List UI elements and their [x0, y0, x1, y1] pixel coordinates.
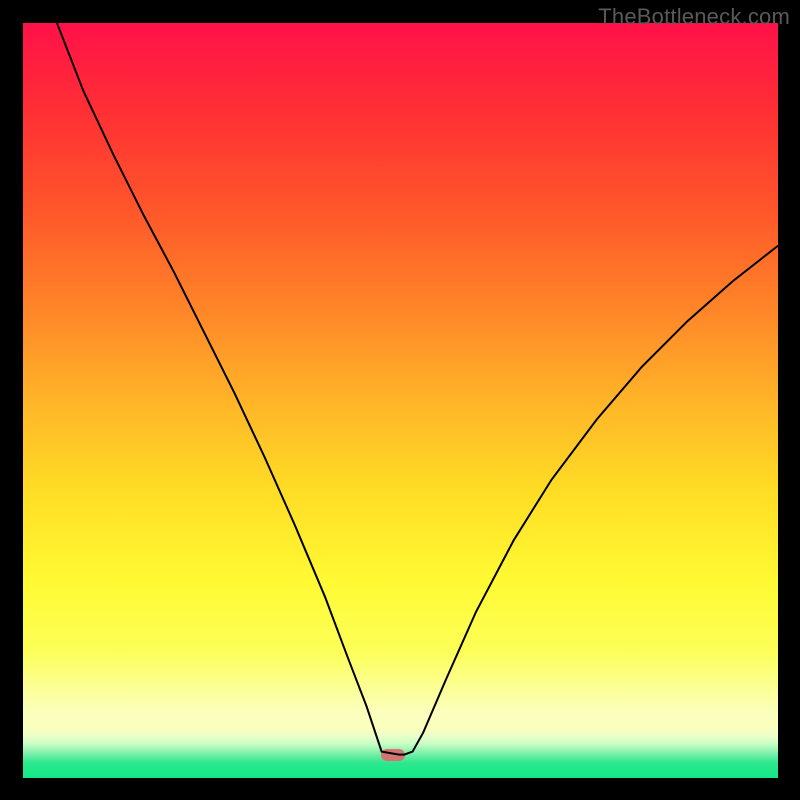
watermark-text: TheBottleneck.com	[598, 4, 790, 30]
plot-area	[23, 23, 778, 778]
curve-layer	[23, 23, 778, 778]
bottleneck-curve	[57, 23, 778, 755]
